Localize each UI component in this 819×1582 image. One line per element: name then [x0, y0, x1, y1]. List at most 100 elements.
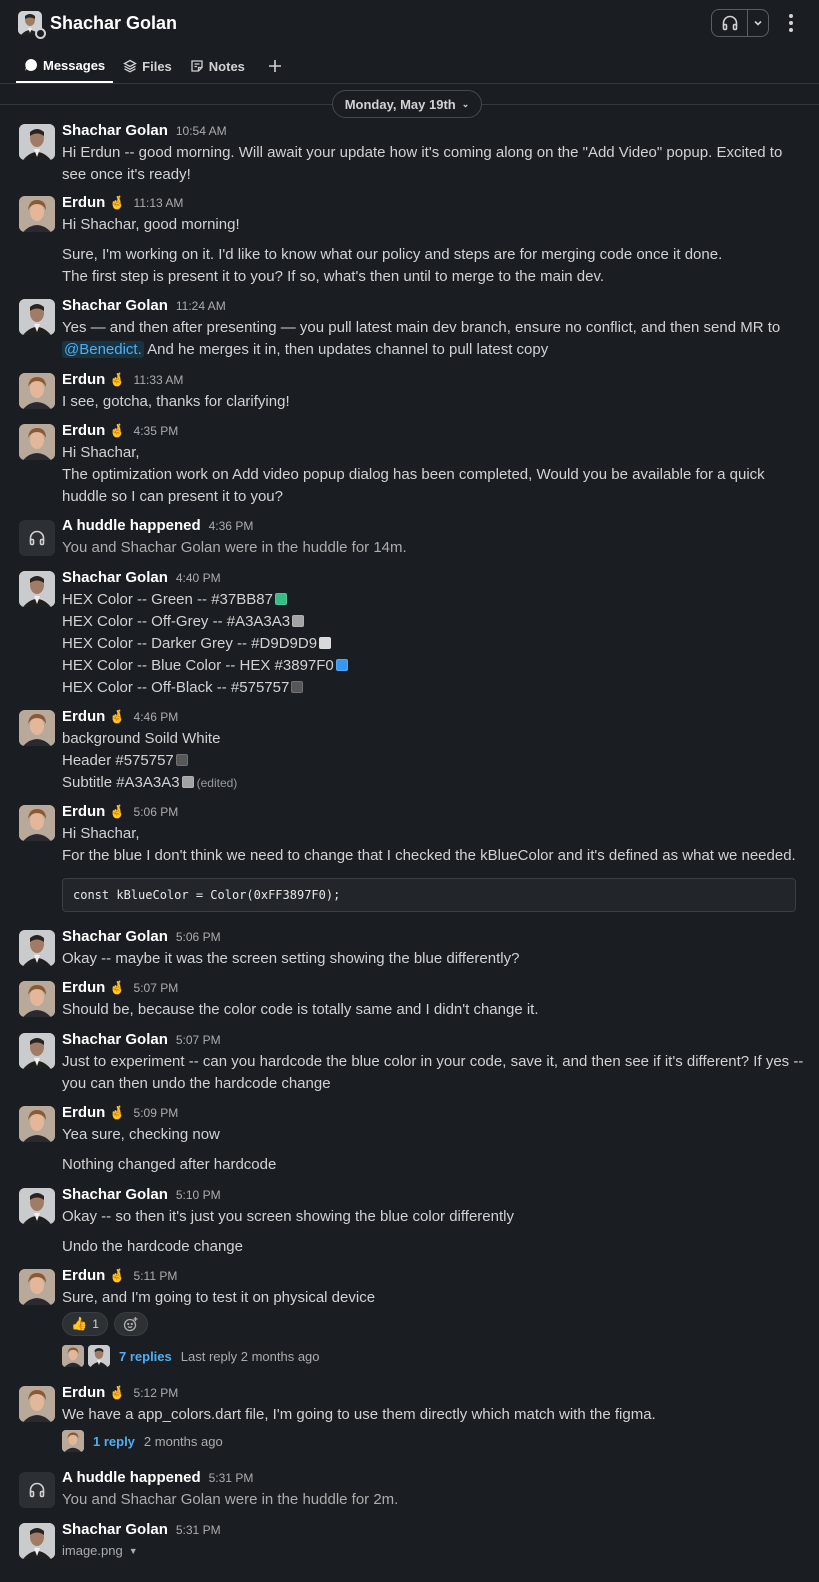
avatar[interactable]: [19, 805, 55, 841]
timestamp[interactable]: 5:31 PM: [176, 1523, 221, 1537]
author-name[interactable]: Shachar Golan: [62, 122, 168, 139]
timestamp[interactable]: 5:07 PM: [176, 1033, 221, 1047]
author-name[interactable]: Shachar Golan: [62, 1031, 168, 1048]
avatar[interactable]: [19, 373, 55, 409]
huddle-options-button[interactable]: [748, 18, 768, 28]
author-name[interactable]: Erdun: [62, 1384, 105, 1401]
thread-replies-link[interactable]: 7 replies: [119, 1349, 172, 1364]
avatar[interactable]: [19, 571, 55, 607]
add-tab-button[interactable]: [261, 52, 289, 80]
author-name[interactable]: Erdun: [62, 1104, 105, 1121]
avatar[interactable]: [19, 124, 55, 160]
thread-summary[interactable]: 1 reply 2 months ago: [62, 1429, 223, 1453]
timestamp[interactable]: 5:07 PM: [134, 981, 179, 995]
author-name[interactable]: Erdun: [62, 708, 105, 725]
timestamp[interactable]: 5:10 PM: [176, 1188, 221, 1202]
avatar[interactable]: [19, 1033, 55, 1069]
avatar[interactable]: [19, 1106, 55, 1142]
color-line: HEX Color -- Off-Black -- #575757: [62, 677, 304, 699]
more-options-button[interactable]: [783, 10, 799, 36]
author-name[interactable]: Shachar Golan: [62, 297, 168, 314]
code-block[interactable]: const kBlueColor = Color(0xFF3897F0);: [62, 878, 796, 912]
message-text: Nothing changed after hardcode: [62, 1156, 277, 1173]
channel-title-row[interactable]: Shachar Golan: [18, 10, 177, 39]
timestamp[interactable]: 4:46 PM: [134, 710, 179, 724]
avatar[interactable]: [19, 299, 55, 335]
reaction-thumbs-up[interactable]: 👍 1: [62, 1312, 108, 1336]
author-name[interactable]: Erdun: [62, 194, 105, 211]
message-text: you can then undo the hardcode change: [62, 1075, 331, 1092]
avatar[interactable]: [19, 424, 55, 460]
channel-header: Shachar Golan Messages Files Notes: [0, 0, 819, 84]
message-text: Yea sure, checking now: [62, 1126, 220, 1143]
message-meta: Shachar Golan 5:06 PM: [62, 928, 221, 948]
avatar[interactable]: [19, 710, 55, 746]
author-name[interactable]: Shachar Golan: [62, 1521, 168, 1538]
color-swatch-green: [274, 593, 287, 605]
timestamp[interactable]: 4:40 PM: [176, 571, 221, 585]
timestamp[interactable]: 5:12 PM: [134, 1386, 179, 1400]
add-reaction-button[interactable]: [113, 1312, 148, 1336]
add-emoji-icon: [123, 1317, 138, 1332]
color-line: HEX Color -- Blue Color -- HEX #3897F0: [62, 655, 348, 677]
message-meta: Shachar Golan 5:31 PM: [62, 1521, 221, 1541]
message-text: background Soild White: [62, 730, 221, 747]
message-text: Yes — and then after presenting — you pu…: [62, 319, 781, 336]
file-attachment-toggle[interactable]: image.png ▼: [62, 1543, 138, 1558]
timestamp[interactable]: 11:13 AM: [134, 196, 184, 210]
message-meta: Erdun 🤞 11:33 AM: [62, 371, 183, 391]
thread-replies-link[interactable]: 1 reply: [93, 1434, 135, 1449]
message-text: HEX Color -- Off-Black -- #575757: [62, 679, 290, 696]
kebab-dot-icon: [789, 28, 793, 32]
timestamp[interactable]: 10:54 AM: [176, 124, 227, 138]
message-meta: A huddle happened 5:31 PM: [62, 1469, 253, 1489]
date-divider-button[interactable]: Monday, May 19th ⌄: [332, 90, 482, 118]
thread-summary[interactable]: 7 replies Last reply 2 months ago: [62, 1344, 320, 1368]
status-emoji: 🤞: [109, 372, 126, 387]
reaction-count: 1: [92, 1317, 99, 1331]
timestamp[interactable]: 11:24 AM: [176, 299, 226, 313]
avatar[interactable]: [19, 1386, 55, 1422]
author-name[interactable]: Erdun: [62, 371, 105, 388]
color-line: HEX Color -- Off-Grey -- #A3A3A3: [62, 611, 305, 633]
timestamp[interactable]: 4:35 PM: [134, 424, 179, 438]
user-mention-link[interactable]: @Benedict.: [62, 341, 144, 358]
author-name[interactable]: Erdun: [62, 422, 105, 439]
color-line: HEX Color -- Green -- #37BB87: [62, 589, 287, 611]
avatar[interactable]: [19, 930, 55, 966]
timestamp[interactable]: 5:09 PM: [134, 1106, 179, 1120]
timestamp[interactable]: 5:06 PM: [176, 930, 221, 944]
author-name[interactable]: Erdun: [62, 803, 105, 820]
author-name[interactable]: Erdun: [62, 1267, 105, 1284]
avatar[interactable]: [19, 981, 55, 1017]
tab-notes[interactable]: Notes: [182, 52, 253, 80]
status-emoji: 🤞: [109, 1268, 126, 1283]
tab-files[interactable]: Files: [115, 52, 180, 80]
message-text: HEX Color -- Darker Grey -- #D9D9D9: [62, 635, 318, 652]
timestamp[interactable]: 4:36 PM: [209, 519, 254, 533]
headphones-icon: [29, 530, 45, 546]
avatar[interactable]: [19, 1269, 55, 1305]
tab-messages[interactable]: Messages: [16, 52, 114, 83]
author-name[interactable]: Shachar Golan: [62, 569, 168, 586]
timestamp[interactable]: 5:31 PM: [209, 1471, 254, 1485]
message-text: see once it's ready!: [62, 166, 191, 183]
message-text: For the blue I don't think we need to ch…: [62, 847, 796, 864]
message-bubble-icon: [25, 59, 37, 71]
author-name[interactable]: Shachar Golan: [62, 928, 168, 945]
avatar[interactable]: [19, 1188, 55, 1224]
avatar[interactable]: [19, 196, 55, 232]
message-meta: Erdun 🤞 4:35 PM: [62, 422, 178, 442]
date-label: Monday, May 19th: [344, 96, 456, 112]
timestamp[interactable]: 5:11 PM: [134, 1269, 178, 1283]
huddle-button[interactable]: [712, 10, 748, 36]
message-text: Subtitle #A3A3A3: [62, 774, 180, 791]
timestamp[interactable]: 11:33 AM: [134, 373, 184, 387]
author-name[interactable]: Shachar Golan: [62, 1186, 168, 1203]
author-name[interactable]: Erdun: [62, 979, 105, 996]
message-meta: Shachar Golan 11:24 AM: [62, 297, 226, 317]
avatar[interactable]: [19, 1523, 55, 1559]
message-text: Sure, and I'm going to test it on physic…: [62, 1289, 376, 1306]
timestamp[interactable]: 5:06 PM: [134, 805, 179, 819]
thread-last-reply: 2 months ago: [143, 1433, 223, 1449]
